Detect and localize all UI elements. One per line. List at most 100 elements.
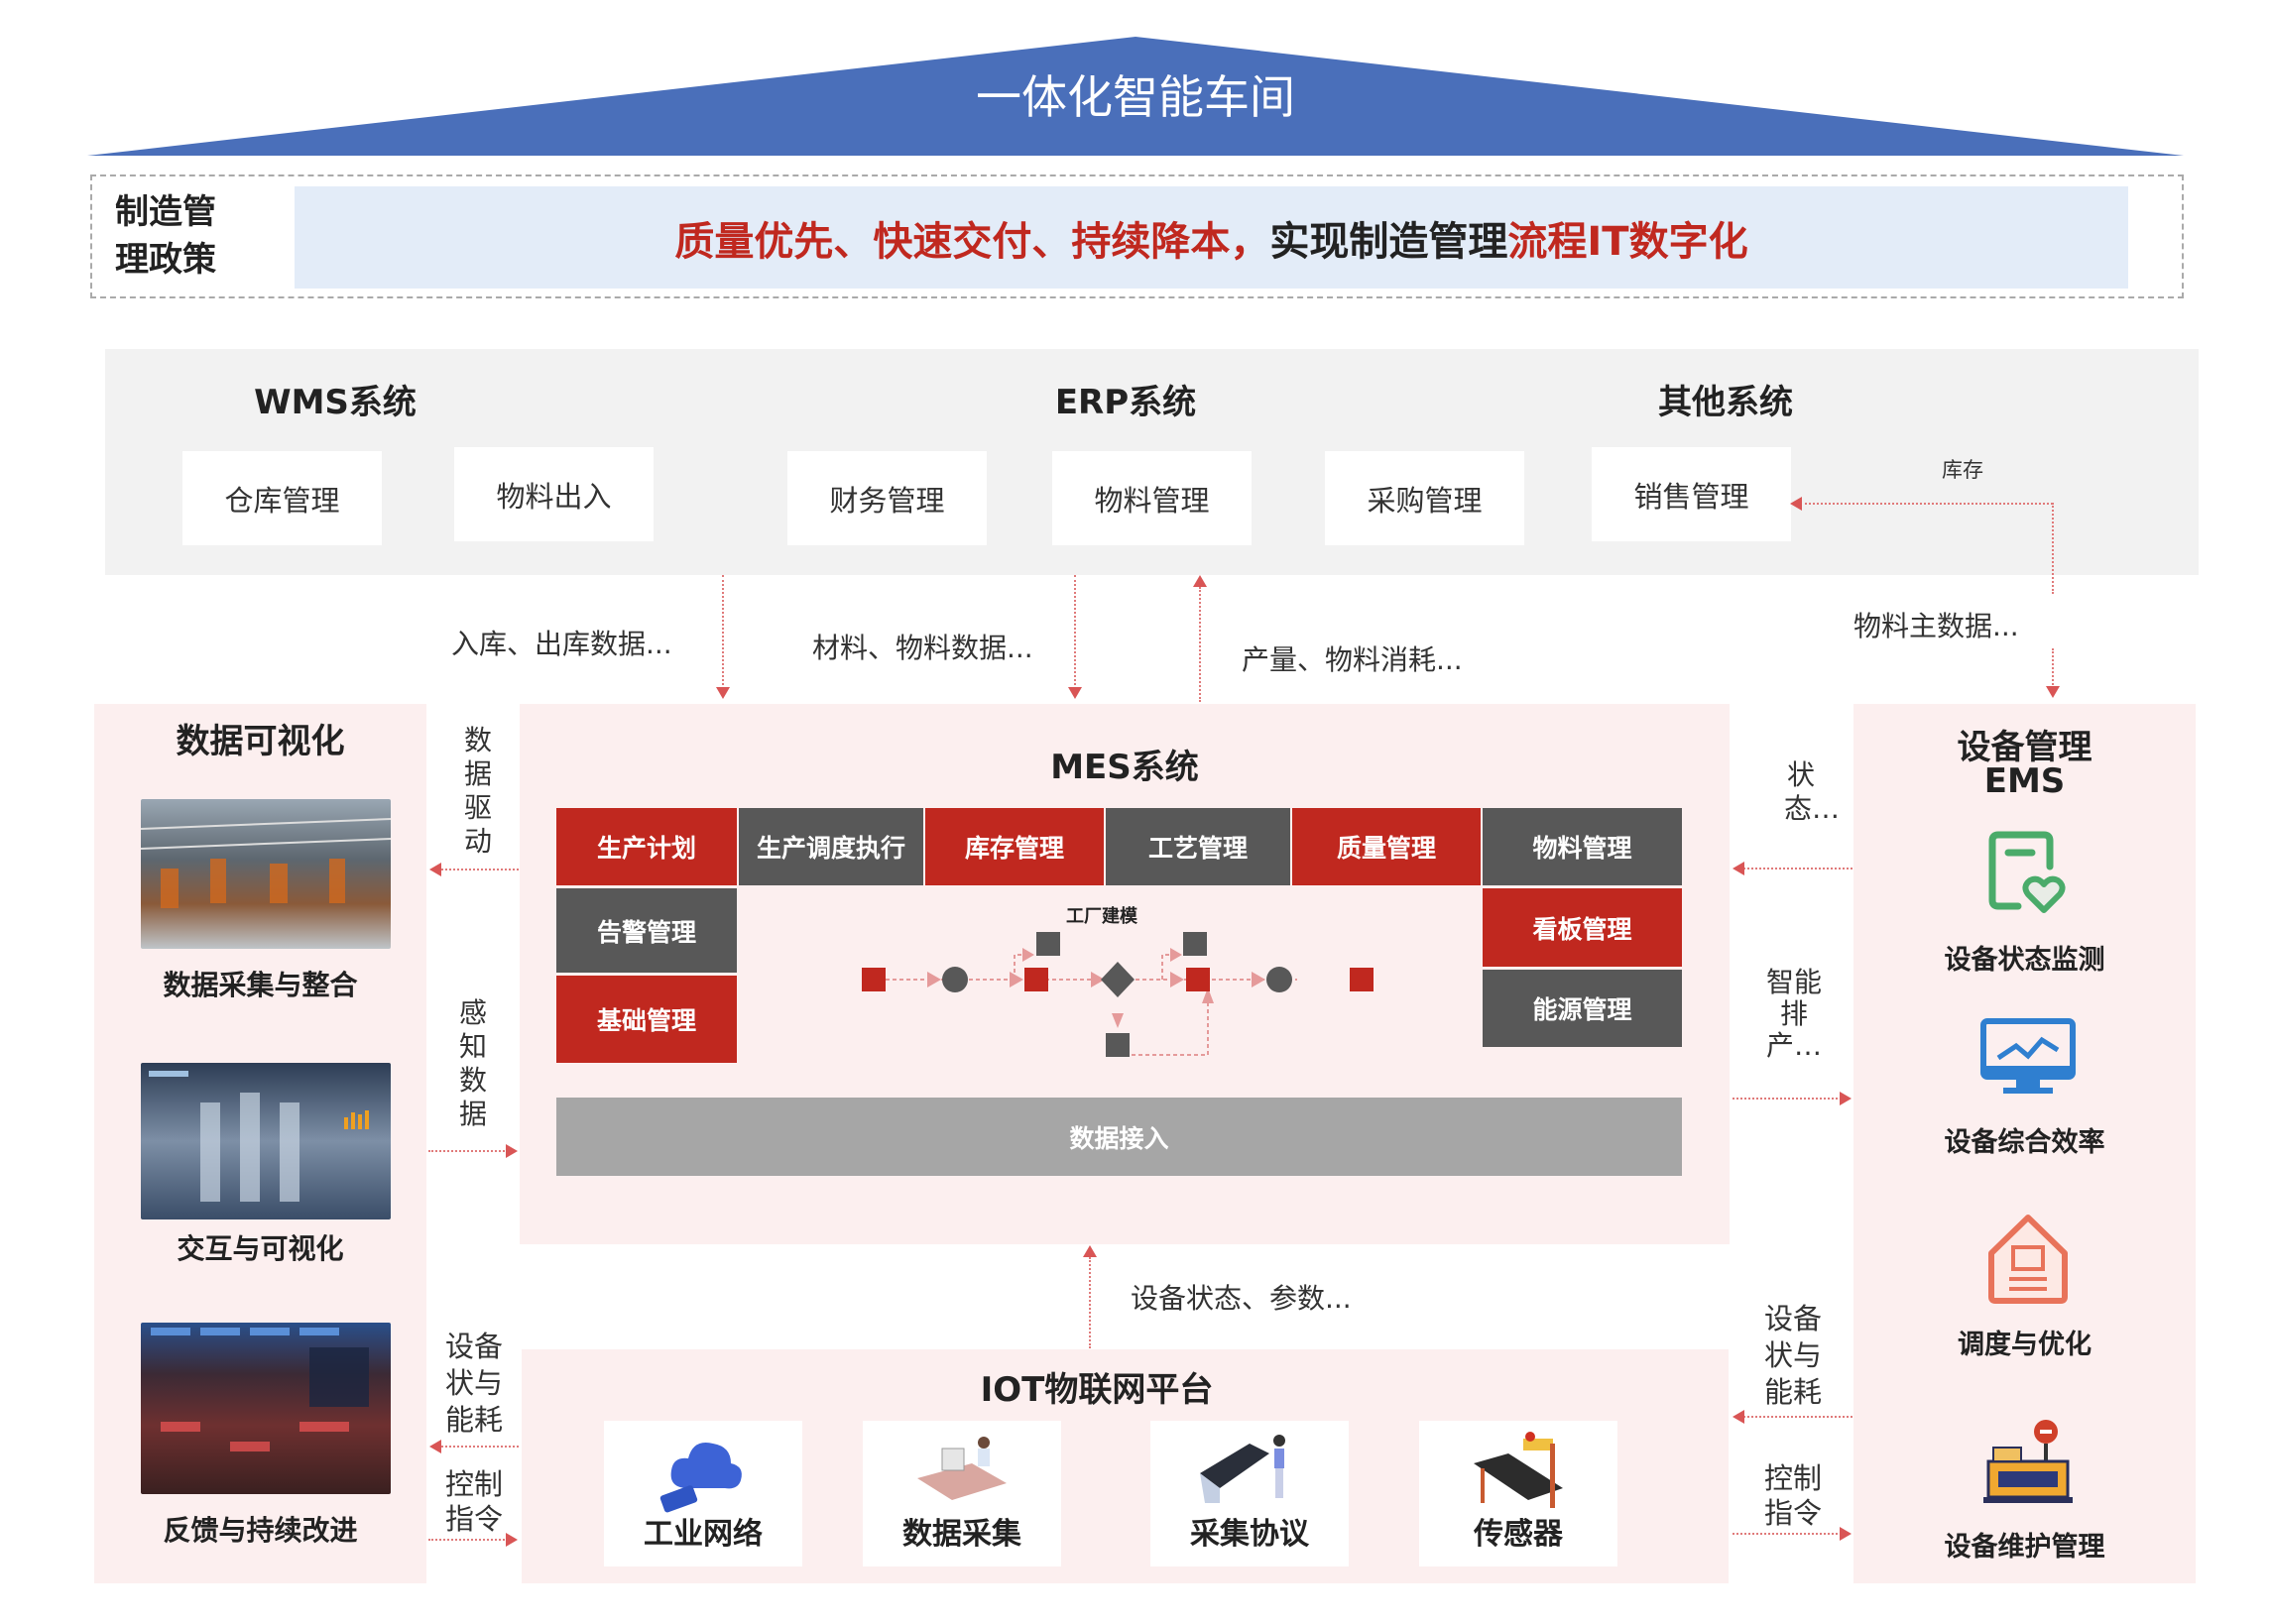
flow-node [1106, 1033, 1130, 1057]
flow-node [862, 968, 886, 991]
arrow-left-icon [1733, 862, 1744, 875]
ems-subtitle: EMS [1983, 761, 2066, 801]
iot-card-protocol[interactable]: 采集协议 [1150, 1421, 1349, 1566]
arrow-line [722, 575, 724, 689]
house-package-icon [1988, 1215, 2068, 1304]
iot-card-label: 工业网络 [644, 1517, 763, 1552]
flow-scheduling-right-label: 智能排产… [1765, 966, 1822, 1062]
flow-perception-label: 感知数据 [458, 996, 487, 1130]
policy-slogan: 质量优先、快速交付、持续降本， 实现制造管理 流程IT数字化 [295, 186, 2128, 289]
mes-module-process[interactable]: 工艺管理 [1106, 808, 1290, 885]
arrow-left-icon [1790, 497, 1802, 511]
iot-title: IOT物联网平台 [980, 1370, 1214, 1410]
arrow-right-icon [1840, 1527, 1852, 1541]
arrow-right-icon [1840, 1092, 1852, 1105]
mes-module-production-plan[interactable]: 生产计划 [556, 808, 737, 885]
erp-title: ERP系统 [1054, 383, 1197, 422]
other-systems-title: 其他系统 [1658, 383, 1793, 422]
ems-item-label: 设备状态监测 [1944, 945, 2105, 976]
arrow-right-icon [506, 1533, 518, 1547]
mes-module-kanban[interactable]: 看板管理 [1483, 888, 1682, 967]
mes-module-quality[interactable]: 质量管理 [1292, 808, 1481, 885]
arrow-up-icon [1193, 575, 1207, 587]
factory-robots-image [141, 799, 391, 949]
flow-node [1036, 932, 1060, 956]
flow-erp-label: 材料、物料数据... [812, 632, 1033, 664]
mes-data-access-bar[interactable]: 数据接入 [556, 1098, 1682, 1176]
conveyor-sensor-icon [1474, 1432, 1563, 1508]
mes-module-scheduling[interactable]: 生产调度执行 [739, 808, 923, 885]
wms-warehouse-box[interactable]: 仓库管理 [182, 451, 382, 545]
ems-item-label: 调度与优化 [1958, 1330, 2092, 1360]
arrow-right-icon [506, 1144, 518, 1158]
sales-box[interactable]: 销售管理 [1592, 447, 1791, 541]
mes-title: MES系统 [1050, 748, 1199, 787]
erp-purchase-box[interactable]: 采购管理 [1325, 451, 1524, 545]
policy-label: 制造管理政策 [115, 192, 216, 280]
slogan-part-2: 实现制造管理 [1269, 218, 1508, 265]
arrow-left-icon [429, 863, 441, 876]
ems-item-label: 设备综合效率 [1944, 1127, 2105, 1158]
slogan-part-3: 流程IT数字化 [1507, 218, 1748, 265]
arrow-line [1743, 868, 1853, 870]
mes-module-alarm[interactable]: 告警管理 [556, 888, 737, 973]
erp-finance-box[interactable]: 财务管理 [787, 451, 987, 545]
arrow-line [428, 1539, 508, 1541]
inventory-label: 库存 [1942, 458, 1983, 482]
flow-data-driven-label: 数据驱动 [463, 724, 492, 858]
mes-module-energy[interactable]: 能源管理 [1483, 970, 1682, 1047]
arrow-line [1074, 575, 1076, 689]
arrow-line [1743, 1416, 1853, 1418]
touch-screen-operator-icon [1200, 1435, 1285, 1503]
ems-item-label: 设备维护管理 [1944, 1532, 2105, 1563]
flow-status-energy-left-label: 设备状与能耗 [444, 1330, 503, 1437]
iot-card-label: 传感器 [1474, 1517, 1563, 1552]
visualization-item-caption: 交互与可视化 [177, 1232, 344, 1265]
wms-material-io-box[interactable]: 物料出入 [454, 447, 654, 541]
mes-module-basic[interactable]: 基础管理 [556, 976, 737, 1063]
arrow-line [1733, 1533, 1842, 1535]
arrow-line [1199, 587, 1201, 702]
cloud-network-icon [659, 1443, 742, 1513]
erp-material-box[interactable]: 物料管理 [1052, 451, 1252, 545]
flow-node [1350, 968, 1374, 991]
arrow-down-icon [1068, 687, 1082, 699]
flow-node [1101, 962, 1135, 997]
arrow-line [428, 1150, 508, 1152]
flow-master-data-label: 物料主数据... [1853, 610, 2019, 642]
visualization-item-caption: 数据采集与整合 [163, 969, 358, 1001]
iot-card-data-collection[interactable]: 数据采集 [863, 1421, 1061, 1566]
flow-wms-label: 入库、出库数据... [451, 628, 672, 660]
wms-title: WMS系统 [254, 383, 417, 422]
mes-module-material[interactable]: 物料管理 [1483, 808, 1682, 885]
arrow-down-icon [716, 687, 730, 699]
arrow-line [1089, 1257, 1091, 1348]
dashboard-image [141, 1323, 391, 1494]
arrow-left-icon [1733, 1410, 1744, 1424]
iot-card-label: 数据采集 [902, 1517, 1021, 1552]
flow-node [1024, 968, 1048, 991]
flow-node [1186, 968, 1210, 991]
flow-iot-label: 设备状态、参数... [1131, 1282, 1352, 1315]
flow-output-label: 产量、物料消耗... [1242, 643, 1463, 676]
visualization-item-caption: 反馈与持续改进 [163, 1514, 358, 1547]
flow-node [1266, 967, 1292, 992]
slogan-part-1: 质量优先、快速交付、持续降本， [674, 218, 1270, 265]
iot-card-network[interactable]: 工业网络 [604, 1421, 802, 1566]
maintenance-machine-icon [1983, 1420, 2073, 1503]
arrow-up-icon [1083, 1245, 1097, 1257]
flow-node [1183, 932, 1207, 956]
mes-module-inventory[interactable]: 库存管理 [925, 808, 1104, 885]
desk-worker-icon [917, 1437, 1007, 1500]
heart-monitor-icon [1988, 831, 2066, 913]
flow-node [942, 967, 968, 992]
flow-status-energy-right-label: 设备状与能耗 [1763, 1302, 1822, 1409]
arrow-line [441, 1446, 519, 1448]
arrow-line [2052, 648, 2054, 688]
flow-control-left-label: 控制指令 [444, 1467, 503, 1536]
arrow-down-icon [2046, 686, 2060, 698]
visualization-title: 数据可视化 [176, 722, 345, 761]
page-title: 一体化智能车间 [976, 70, 1295, 124]
monitor-chart-icon [1980, 1018, 2076, 1094]
iot-card-sensor[interactable]: 传感器 [1419, 1421, 1617, 1566]
